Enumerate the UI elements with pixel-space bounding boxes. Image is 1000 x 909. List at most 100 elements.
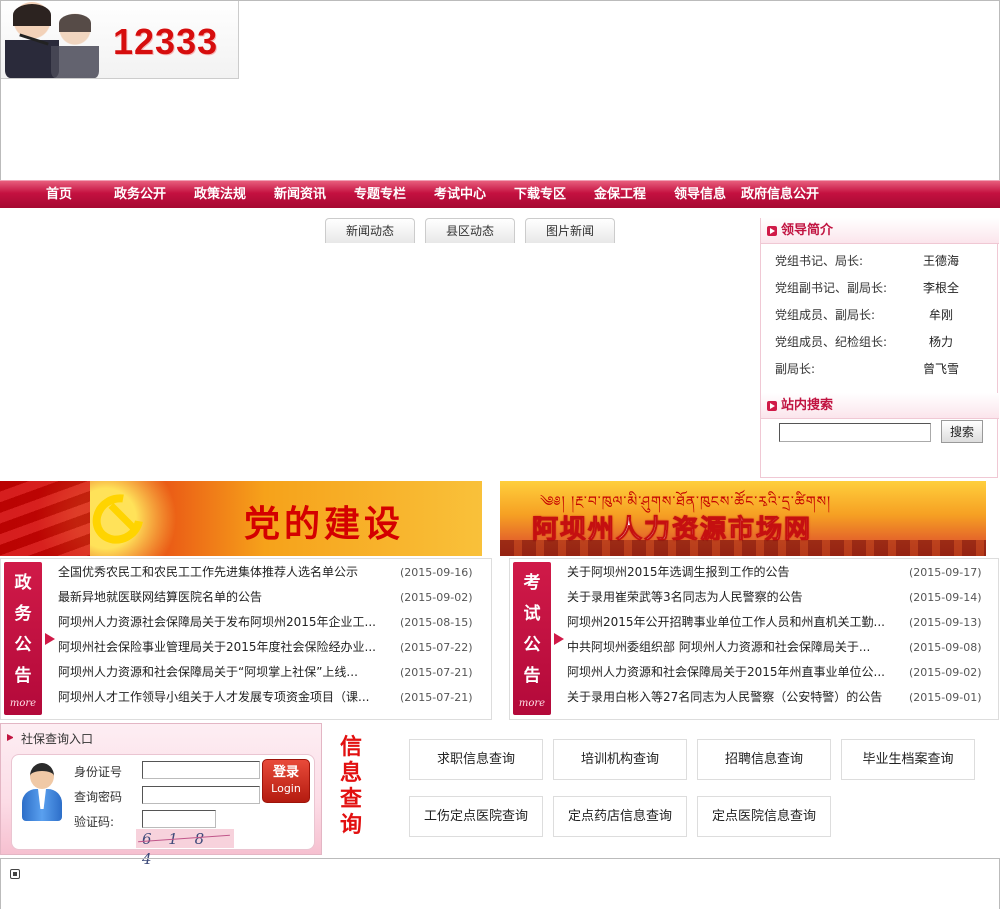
hr-market-banner[interactable]: ༄༅། །རྔ་བ་ཁུལ་མི་ཤུགས་ཐོན་ཁུངས་ཚོང་རྭའི་… (500, 481, 986, 556)
gov-notice-box: 政 务 公 告 more 全国优秀农民工和农民工工作先进集体推荐人选名单公示 (2… (0, 558, 492, 720)
login-button-cn: 登录 (272, 765, 299, 780)
leader-title: 副局长: (775, 362, 816, 376)
news-title[interactable]: 全国优秀农民工和农民工工作先进集体推荐人选名单公示 (58, 560, 388, 585)
news-title[interactable]: 阿坝州人力资源和社会保障局关于2015年州直事业单位公... (567, 660, 897, 685)
pharmacy-query-button[interactable]: 定点药店信息查询 (553, 796, 687, 837)
news-title[interactable]: 关于录用崔荣武等3名同志为人民警察的公告 (567, 585, 897, 610)
sidebar-panel: 领导简介 党组书记、局长: 王德海 党组副书记、副局长: 李根全 党组成员、副局… (760, 218, 999, 478)
nav-golden-insurance[interactable]: 金保工程 (594, 181, 646, 209)
nav-gov-affairs[interactable]: 政务公开 (114, 181, 166, 209)
list-item[interactable]: 关于录用白彬入等27名同志为人民警察（公安特警）的公告 (2015-09-01) (567, 685, 982, 710)
news-date: (2015-09-13) (909, 616, 982, 629)
gov-notice-label-char: 务 (14, 604, 32, 624)
nav-news[interactable]: 新闻资讯 (274, 181, 326, 209)
main-nav: 首页 政务公开 政策法规 新闻资讯 专题专栏 考试中心 下载专区 金保工程 领导… (0, 180, 1000, 208)
news-date: (2015-09-08) (909, 641, 982, 654)
injury-hospital-query-button[interactable]: 工伤定点医院查询 (409, 796, 543, 837)
nav-downloads[interactable]: 下载专区 (514, 181, 566, 209)
info-query-title: 信 息 查 询 (338, 734, 364, 838)
news-title[interactable]: 关于阿坝州2015年选调生报到工作的公告 (567, 560, 897, 585)
exam-notice-label[interactable]: 考 试 公 告 more (513, 562, 551, 715)
recruitment-query-button[interactable]: 招聘信息查询 (697, 739, 831, 780)
party-building-banner-text: 党的建设 (244, 503, 405, 545)
news-title[interactable]: 阿坝州人才工作领导小组关于人才发展专项资金项目（课... (58, 685, 388, 710)
leader-item[interactable]: 副局长: 曾飞雪 (775, 356, 990, 383)
list-item[interactable]: 全国优秀农民工和农民工工作先进集体推荐人选名单公示 (2015-09-16) (58, 560, 473, 585)
password-input[interactable] (142, 786, 260, 804)
nav-gov-info[interactable]: 政府信息公开 (741, 181, 819, 209)
list-item[interactable]: 阿坝州社会保险事业管理局关于2015年度社会保险经办业... (2015-07-2… (58, 635, 473, 660)
training-institution-query-button[interactable]: 培训机构查询 (553, 739, 687, 780)
flag-image (0, 481, 90, 556)
job-seeker-query-button[interactable]: 求职信息查询 (409, 739, 543, 780)
leader-title: 党组成员、纪检组长: (775, 335, 888, 349)
captcha-input[interactable] (142, 810, 216, 828)
list-item[interactable]: 最新异地就医联网结算医院名单的公告 (2015-09-02) (58, 585, 473, 610)
list-item[interactable]: 关于阿坝州2015年选调生报到工作的公告 (2015-09-17) (567, 560, 982, 585)
news-title[interactable]: 关于录用白彬入等27名同志为人民警察（公安特警）的公告 (567, 685, 897, 710)
news-title[interactable]: 阿坝州人力资源和社会保障局关于“阿坝掌上社保”上线... (58, 660, 388, 685)
info-query-title-char: 信 (339, 734, 362, 760)
leader-name[interactable]: 曾飞雪 (923, 356, 959, 383)
party-building-banner[interactable]: 党的建设 (0, 481, 482, 556)
list-item[interactable]: 阿坝州人力资源和社会保障局关于“阿坝掌上社保”上线... (2015-07-21) (58, 660, 473, 685)
id-number-input[interactable] (142, 761, 260, 779)
hospital-query-button[interactable]: 定点医院信息查询 (697, 796, 831, 837)
list-item[interactable]: 阿坝州2015年公开招聘事业单位工作人员和州直机关工勤... (2015-09-1… (567, 610, 982, 635)
info-query-title-char: 询 (339, 812, 362, 838)
graduate-archive-query-button[interactable]: 毕业生档案查询 (841, 739, 975, 780)
list-item[interactable]: 中共阿坝州委组织部 阿坝州人力资源和社会保障局关于... (2015-09-08) (567, 635, 982, 660)
nav-exams[interactable]: 考试中心 (434, 181, 486, 209)
news-title[interactable]: 中共阿坝州委组织部 阿坝州人力资源和社会保障局关于... (567, 635, 897, 660)
news-date: (2015-09-02) (400, 591, 473, 604)
leader-item[interactable]: 党组成员、纪检组长: 杨力 (775, 329, 990, 356)
tab-news-updates[interactable]: 新闻动态 (325, 218, 415, 243)
leader-item[interactable]: 党组成员、副局长: 牟刚 (775, 302, 990, 329)
login-button[interactable]: 登录 Login (262, 759, 310, 803)
nav-policies[interactable]: 政策法规 (194, 181, 246, 209)
news-title[interactable]: 阿坝州2015年公开招聘事业单位工作人员和州直机关工勤... (567, 610, 897, 635)
search-button[interactable]: 搜索 (941, 420, 983, 443)
more-link[interactable]: more (513, 698, 551, 709)
more-link[interactable]: more (4, 698, 42, 709)
leader-item[interactable]: 党组书记、局长: 王德海 (775, 248, 990, 275)
triangle-right-icon (45, 633, 55, 645)
site-search-heading: 站内搜索 (761, 393, 999, 419)
leader-name[interactable]: 王德海 (923, 248, 959, 275)
nav-home[interactable]: 首页 (46, 181, 72, 209)
nav-leaders[interactable]: 领导信息 (674, 181, 726, 209)
hotline-number: 12333 (113, 21, 219, 62)
leader-item[interactable]: 党组副书记、副局长: 李根全 (775, 275, 990, 302)
arrow-right-icon (767, 401, 777, 411)
news-title[interactable]: 最新异地就医联网结算医院名单的公告 (58, 585, 388, 610)
tab-county-news[interactable]: 县区动态 (425, 218, 515, 243)
list-item[interactable]: 阿坝州人才工作领导小组关于人才发展专项资金项目（课... (2015-07-21) (58, 685, 473, 710)
list-item[interactable]: 关于录用崔荣武等3名同志为人民警察的公告 (2015-09-14) (567, 585, 982, 610)
news-title[interactable]: 阿坝州社会保险事业管理局关于2015年度社会保险经办业... (58, 635, 388, 660)
news-date: (2015-09-17) (909, 566, 982, 579)
nav-topics[interactable]: 专题专栏 (354, 181, 406, 209)
captcha-image[interactable]: 6 1 8 4 (136, 829, 234, 868)
site-search-input[interactable] (779, 423, 931, 442)
news-date: (2015-09-01) (909, 691, 982, 704)
page: 12333 首页 政务公开 政策法规 新闻资讯 专题专栏 考试中心 下载专区 金… (0, 0, 1000, 909)
leader-name[interactable]: 杨力 (929, 329, 953, 356)
leaders-heading: 领导简介 (761, 218, 999, 244)
leader-title: 党组成员、副局长: (775, 308, 876, 322)
hotline-logo[interactable]: 12333 (1, 1, 239, 79)
exam-notice-box: 考 试 公 告 more 关于阿坝州2015年选调生报到工作的公告 (2015-0… (509, 558, 999, 720)
news-date: (2015-09-02) (909, 666, 982, 679)
pin-icon (7, 734, 14, 741)
captcha-label: 验证码: (74, 815, 115, 829)
triangle-right-icon (554, 633, 564, 645)
list-item[interactable]: 阿坝州人力资源和社会保障局关于2015年州直事业单位公... (2015-09-0… (567, 660, 982, 685)
user-avatar-icon (22, 763, 62, 823)
tab-photo-news[interactable]: 图片新闻 (525, 218, 615, 243)
info-query-title-char: 查 (339, 786, 362, 812)
news-title[interactable]: 阿坝州人力资源社会保障局关于发布阿坝州2015年企业工... (58, 610, 388, 635)
list-item[interactable]: 阿坝州人力资源社会保障局关于发布阿坝州2015年企业工... (2015-08-1… (58, 610, 473, 635)
info-query-title-char: 息 (339, 760, 362, 786)
leader-name[interactable]: 李根全 (923, 275, 959, 302)
leader-name[interactable]: 牟刚 (929, 302, 953, 329)
gov-notice-label[interactable]: 政 务 公 告 more (4, 562, 42, 715)
